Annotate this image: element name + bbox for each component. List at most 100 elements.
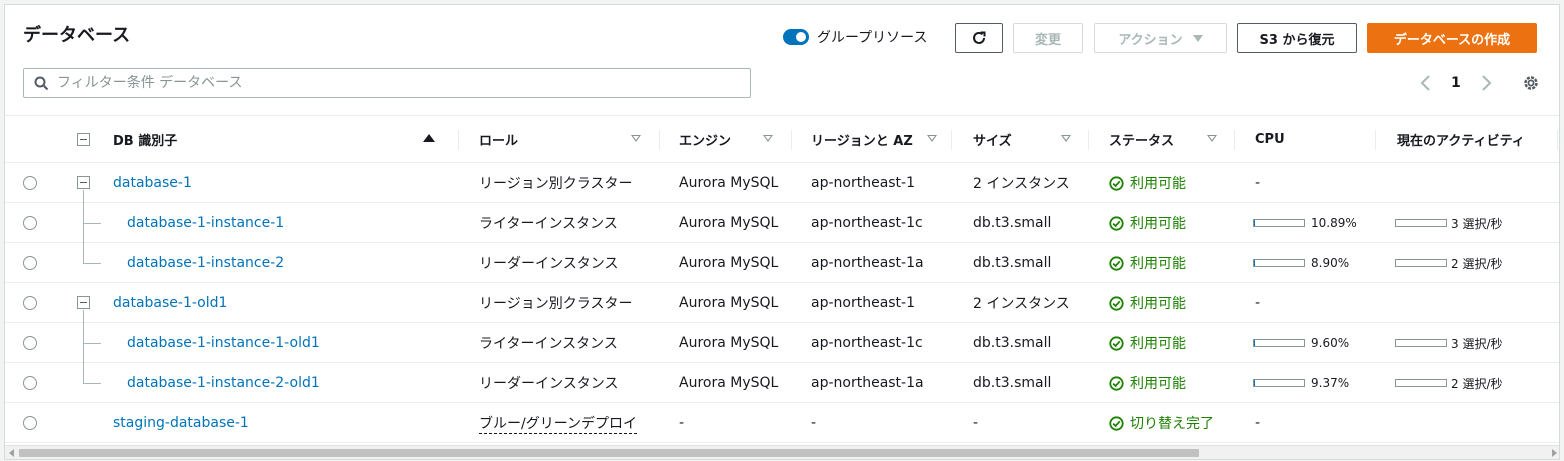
cpu-cell: 10.89%	[1253, 203, 1357, 243]
create-database-button[interactable]: データベースの作成	[1367, 23, 1537, 53]
row-select-radio[interactable]	[23, 336, 37, 350]
collapse-all-icon[interactable]	[77, 133, 90, 146]
cpu-bar	[1253, 219, 1305, 227]
activity-bar	[1395, 219, 1447, 227]
prev-page-icon[interactable]	[1419, 73, 1433, 93]
refresh-icon	[973, 31, 986, 44]
status-cell: 利用可能	[1109, 163, 1186, 203]
column-cpu[interactable]: CPU	[1255, 116, 1375, 162]
table-row[interactable]: database-1-instance-1-old1 ライターインスタンス Auro…	[5, 323, 1559, 363]
table-row[interactable]: database-1-old1 リージョン別クラスター Aurora MySQL ap…	[5, 283, 1559, 323]
toggle-switch[interactable]	[783, 29, 809, 45]
cpu-cell: -	[1255, 295, 1261, 311]
column-status[interactable]: ステータス	[1109, 116, 1235, 162]
column-role[interactable]: ロール	[479, 116, 659, 162]
row-select-radio[interactable]	[23, 296, 37, 310]
size-cell: db.t3.small	[973, 215, 1052, 231]
row-select-radio[interactable]	[23, 176, 37, 190]
role-cell: リーダーインスタンス	[479, 256, 619, 272]
current-page[interactable]: 1	[1451, 75, 1461, 91]
check-circle-icon	[1109, 215, 1124, 231]
status-cell: 切り替え完了	[1109, 403, 1214, 443]
engine-cell: Aurora MySQL	[679, 295, 779, 311]
table-row[interactable]: database-1-instance-2-old1 リーダーインスタンス Auro…	[5, 363, 1559, 403]
check-circle-icon	[1109, 175, 1124, 191]
sort-asc-icon	[423, 134, 435, 142]
cpu-cell: -	[1255, 175, 1261, 191]
sort-icon	[631, 135, 641, 142]
cpu-bar	[1253, 259, 1305, 267]
cpu-cell: 8.90%	[1253, 243, 1349, 283]
cpu-cell: 9.60%	[1253, 323, 1349, 363]
table-row[interactable]: database-1-instance-1 ライターインスタンス Aurora My…	[5, 203, 1559, 243]
size-cell: db.t3.small	[973, 255, 1052, 271]
column-engine[interactable]: エンジン	[679, 116, 791, 162]
databases-panel: データベース グループリソース 変更 アクション S3 から復元 データベースの…	[4, 4, 1560, 460]
size-cell: db.t3.small	[973, 335, 1052, 351]
collapse-group-icon[interactable]	[77, 176, 90, 189]
column-activity[interactable]: 現在のアクティビティ	[1397, 116, 1557, 162]
scroll-left-icon[interactable]	[9, 449, 14, 457]
collapse-group-icon[interactable]	[77, 296, 90, 309]
modify-button[interactable]: 変更	[1013, 23, 1083, 53]
filter-search[interactable]	[23, 68, 751, 98]
activity-bar	[1395, 259, 1447, 267]
region-cell: ap-northeast-1	[811, 175, 916, 191]
db-identifier-link[interactable]: database-1-instance-1-old1	[127, 323, 320, 363]
row-select-radio[interactable]	[23, 216, 37, 230]
cpu-cell: -	[1255, 415, 1261, 431]
region-cell: ap-northeast-1a	[811, 255, 924, 271]
group-resources-toggle[interactable]: グループリソース	[783, 27, 927, 47]
check-circle-icon	[1109, 335, 1124, 351]
role-cell: ブルー/グリーンデプロイ	[479, 403, 638, 443]
role-cell: リージョン別クラスター	[479, 176, 633, 192]
check-circle-icon	[1109, 415, 1124, 431]
sort-icon	[1207, 135, 1217, 142]
column-region[interactable]: リージョンと AZ	[811, 116, 951, 162]
horizontal-scrollbar[interactable]	[5, 445, 1559, 459]
engine-cell: Aurora MySQL	[679, 215, 779, 231]
size-cell: db.t3.small	[973, 375, 1052, 391]
row-select-radio[interactable]	[23, 416, 37, 430]
db-identifier-link[interactable]: database-1	[113, 163, 192, 203]
table-header: DB 識別子 ロール エンジン リージョンと AZ サイズ ステータス CPU …	[5, 115, 1559, 163]
db-identifier-link[interactable]: database-1-instance-1	[127, 203, 284, 243]
restore-from-s3-button[interactable]: S3 から復元	[1237, 23, 1357, 53]
table-row[interactable]: staging-database-1 ブルー/グリーンデプロイ - - - 切り替え完了 -	[5, 403, 1559, 443]
sort-icon	[927, 135, 937, 142]
size-cell: -	[973, 415, 979, 431]
sort-icon	[763, 135, 773, 142]
activity-bar	[1395, 339, 1447, 347]
cpu-cell: 9.37%	[1253, 363, 1349, 403]
refresh-button[interactable]	[955, 23, 1003, 53]
actions-label: アクション	[1118, 32, 1183, 48]
gear-icon[interactable]	[1521, 73, 1541, 93]
column-size[interactable]: サイズ	[973, 116, 1089, 162]
actions-button[interactable]: アクション	[1094, 23, 1227, 53]
region-cell: ap-northeast-1c	[811, 335, 923, 351]
page-title: データベース	[23, 25, 131, 46]
filter-input[interactable]	[57, 75, 707, 91]
region-cell: ap-northeast-1	[811, 295, 916, 311]
row-select-radio[interactable]	[23, 256, 37, 270]
db-identifier-link[interactable]: staging-database-1	[113, 403, 249, 443]
db-identifier-link[interactable]: database-1-instance-2	[127, 243, 284, 283]
activity-bar	[1395, 379, 1447, 387]
scrollbar-thumb[interactable]	[19, 449, 1199, 457]
activity-cell: 3 選択/秒	[1395, 203, 1503, 243]
cpu-bar	[1253, 379, 1305, 387]
row-select-radio[interactable]	[23, 376, 37, 390]
scroll-right-icon[interactable]	[1552, 449, 1557, 457]
db-identifier-link[interactable]: database-1-old1	[113, 283, 227, 323]
activity-cell: 2 選択/秒	[1395, 243, 1503, 283]
role-cell: リージョン別クラスター	[479, 296, 633, 312]
role-cell: ライターインスタンス	[479, 216, 618, 232]
column-db-id[interactable]: DB 識別子	[113, 116, 453, 162]
check-circle-icon	[1109, 375, 1124, 391]
size-cell: 2 インスタンス	[973, 296, 1070, 312]
db-identifier-link[interactable]: database-1-instance-2-old1	[127, 363, 320, 403]
next-page-icon[interactable]	[1479, 73, 1493, 93]
table-row[interactable]: database-1 リージョン別クラスター Aurora MySQL ap-nort…	[5, 163, 1559, 203]
cpu-bar	[1253, 339, 1305, 347]
table-row[interactable]: database-1-instance-2 リーダーインスタンス Aurora My…	[5, 243, 1559, 283]
